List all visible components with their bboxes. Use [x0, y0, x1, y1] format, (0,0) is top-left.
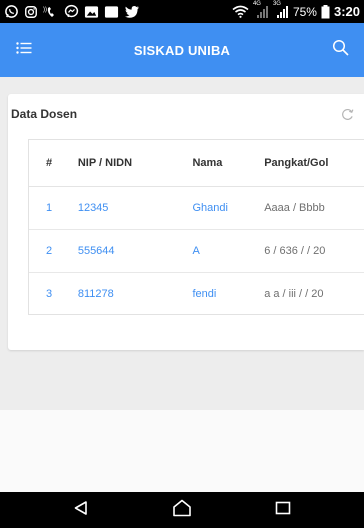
card-header: Data Dosen [8, 94, 364, 134]
row-number[interactable]: 1 [29, 186, 78, 230]
search-icon [332, 39, 349, 61]
photo-icon [84, 4, 99, 20]
instagram-icon [24, 4, 38, 20]
recents-button[interactable] [268, 495, 298, 525]
empty-content-area [0, 410, 364, 492]
dosen-table: # NIP / NIDN Nama Pangkat/Gol 1 12345 Gh… [29, 140, 364, 314]
row-pangkat: 6 / 636 / / 20 [264, 229, 364, 273]
app-title: SISKAD UNIBA [133, 42, 231, 58]
recents-icon [275, 500, 291, 521]
row-nip[interactable]: 12345 [77, 186, 193, 230]
search-button[interactable] [328, 38, 352, 62]
signal-4g-icon: 4G [252, 0, 269, 20]
blank-notification-icon [104, 4, 119, 20]
whatsapp-icon [4, 4, 19, 20]
row-nama[interactable]: Ghandi [192, 186, 265, 230]
row-nip[interactable]: 811278 [78, 272, 193, 314]
col-header-nama[interactable]: Nama [192, 140, 265, 187]
app-bar: SISKAD UNIBA [0, 23, 364, 77]
battery-icon [321, 4, 330, 20]
svg-text:)): )) [43, 7, 47, 13]
table-row[interactable]: 1 12345 Ghandi Aaaa / Bbbb [29, 186, 364, 230]
card-title: Data Dosen [11, 107, 78, 121]
col-header-no[interactable]: # [29, 140, 78, 187]
network-3g-label: 3G [272, 0, 281, 7]
home-button[interactable] [167, 495, 197, 525]
table-row[interactable]: 3 811278 fendi a a / iii / / 20 [29, 272, 364, 314]
table-header-row: # NIP / NIDN Nama Pangkat/Gol [29, 140, 364, 187]
menu-button[interactable] [12, 38, 36, 62]
clock: 3:20 [333, 4, 360, 19]
back-button[interactable] [66, 495, 96, 525]
list-menu-icon [16, 41, 32, 59]
notification-icons: )) [4, 4, 140, 20]
table-row[interactable]: 2 555644 A 6 / 636 / / 20 [29, 229, 364, 273]
wifi-calling-icon: )) [43, 4, 59, 20]
row-nip[interactable]: 555644 [77, 229, 193, 273]
row-pangkat: Aaaa / Bbbb [264, 186, 364, 230]
row-number[interactable]: 2 [29, 229, 78, 273]
dosen-table-container[interactable]: # NIP / NIDN Nama Pangkat/Gol 1 12345 Gh… [28, 139, 364, 315]
home-icon [172, 499, 192, 522]
twitter-icon [124, 4, 140, 20]
row-nama[interactable]: fendi [192, 272, 264, 314]
back-icon [73, 500, 89, 521]
messenger-icon [64, 4, 79, 20]
signal-3g-icon: 3G [272, 0, 289, 20]
wifi-icon [232, 4, 249, 20]
battery-percent: 75% [292, 4, 317, 19]
refresh-icon[interactable] [340, 107, 354, 121]
row-pangkat: a a / iii / / 20 [264, 287, 324, 300]
col-header-nip[interactable]: NIP / NIDN [77, 140, 193, 187]
status-bar: )) 4G 3G 75% 3:20 [0, 0, 364, 23]
row-number[interactable]: 3 [29, 272, 78, 314]
system-icons: 4G 3G 75% 3:20 [232, 0, 360, 20]
network-4g-label: 4G [252, 0, 261, 7]
navigation-bar [0, 492, 364, 528]
data-dosen-card: Data Dosen # NIP / NIDN Nama Pangkat/Gol… [8, 94, 364, 350]
col-header-pangkat[interactable]: Pangkat/Gol [264, 140, 364, 187]
row-nama[interactable]: A [192, 229, 265, 273]
